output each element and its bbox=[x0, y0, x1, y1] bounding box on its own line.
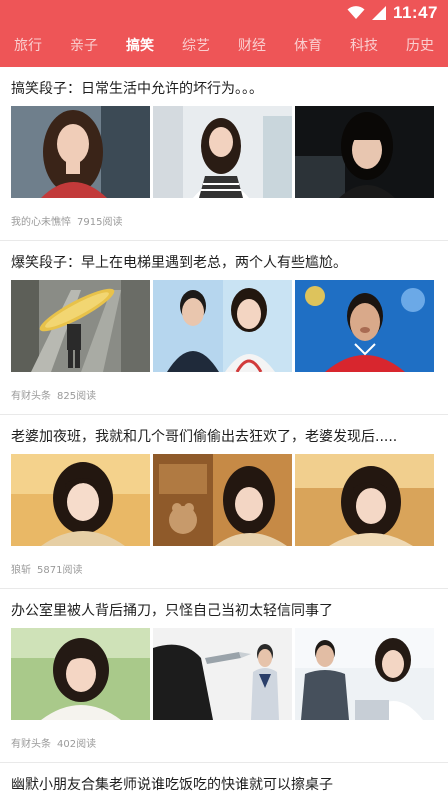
article-thumbnail[interactable] bbox=[295, 106, 434, 198]
article-card[interactable]: 办公室里被人背后捅刀，只怪自己当初太轻信同事了 有财头条 402阅读 bbox=[0, 589, 448, 763]
cellular-signal-icon bbox=[371, 5, 386, 20]
article-card[interactable]: 幽默小朋友合集老师说谁吃饭吃的快谁就可以擦桌子 bbox=[0, 763, 448, 799]
article-source: 有财头条 bbox=[11, 739, 51, 750]
article-read-count: 825阅读 bbox=[57, 391, 97, 402]
article-source: 我的心未憔悴 bbox=[11, 217, 71, 228]
article-title[interactable]: 办公室里被人背后捅刀，只怪自己当初太轻信同事了 bbox=[11, 600, 438, 620]
article-meta: 狼斩 5871阅读 bbox=[11, 561, 82, 576]
article-thumbnail[interactable] bbox=[11, 106, 150, 198]
wifi-icon bbox=[347, 5, 365, 19]
article-title[interactable]: 幽默小朋友合集老师说谁吃饭吃的快谁就可以擦桌子 bbox=[11, 774, 438, 794]
article-read-count: 7915阅读 bbox=[77, 217, 123, 228]
article-title[interactable]: 搞笑段子：日常生活中允许的坏行为。。。 bbox=[11, 78, 438, 98]
article-read-count: 5871阅读 bbox=[37, 565, 83, 576]
article-card[interactable]: 搞笑段子：日常生活中允许的坏行为。。。 我的心未憔悴 7915阅读 bbox=[0, 67, 448, 241]
article-title[interactable]: 爆笑段子：早上在电梯里遇到老总，两个人有些尴尬。 bbox=[11, 252, 438, 272]
tab-parenting[interactable]: 亲子 bbox=[56, 25, 112, 67]
article-thumbnail[interactable] bbox=[295, 280, 434, 372]
article-thumbnail[interactable] bbox=[295, 454, 434, 546]
article-read-count: 402阅读 bbox=[57, 739, 97, 750]
article-thumbnail[interactable] bbox=[295, 628, 434, 720]
article-thumbnail[interactable] bbox=[153, 628, 292, 720]
article-title[interactable]: 老婆加夜班，我就和几个哥们偷偷出去狂欢了，老婆发现后..... bbox=[11, 426, 438, 446]
article-feed: 搞笑段子：日常生活中允许的坏行为。。。 我的心未憔悴 7915阅读 爆笑段子：早… bbox=[0, 67, 448, 799]
article-meta: 我的心未憔悴 7915阅读 bbox=[11, 213, 122, 228]
article-card[interactable]: 爆笑段子：早上在电梯里遇到老总，两个人有些尴尬。 有财头条 825阅读 bbox=[0, 241, 448, 415]
article-images bbox=[11, 628, 434, 720]
article-images bbox=[11, 454, 434, 546]
article-thumbnail[interactable] bbox=[153, 280, 292, 372]
article-thumbnail[interactable] bbox=[153, 106, 292, 198]
article-meta: 有财头条 402阅读 bbox=[11, 735, 96, 750]
article-thumbnail[interactable] bbox=[11, 628, 150, 720]
category-tab-bar: 旅行 亲子 搞笑 综艺 财经 体育 科技 历史 bbox=[0, 25, 448, 67]
tab-tech[interactable]: 科技 bbox=[336, 25, 392, 67]
article-source: 有财头条 bbox=[11, 391, 51, 402]
article-images bbox=[11, 280, 434, 372]
article-card[interactable]: 老婆加夜班，我就和几个哥们偷偷出去狂欢了，老婆发现后..... 狼斩 5871阅… bbox=[0, 415, 448, 589]
tab-travel[interactable]: 旅行 bbox=[0, 25, 56, 67]
tab-variety[interactable]: 综艺 bbox=[168, 25, 224, 67]
article-images bbox=[11, 106, 434, 198]
article-thumbnail[interactable] bbox=[11, 454, 150, 546]
status-bar: 11:47 bbox=[0, 0, 448, 25]
clock: 11:47 bbox=[392, 2, 438, 22]
tab-history[interactable]: 历史 bbox=[392, 25, 448, 67]
article-thumbnail[interactable] bbox=[153, 454, 292, 546]
article-source: 狼斩 bbox=[11, 565, 31, 576]
tab-funny[interactable]: 搞笑 bbox=[112, 25, 168, 67]
article-thumbnail[interactable] bbox=[11, 280, 150, 372]
article-meta: 有财头条 825阅读 bbox=[11, 387, 96, 402]
tab-finance[interactable]: 财经 bbox=[224, 25, 280, 67]
tab-sports[interactable]: 体育 bbox=[280, 25, 336, 67]
